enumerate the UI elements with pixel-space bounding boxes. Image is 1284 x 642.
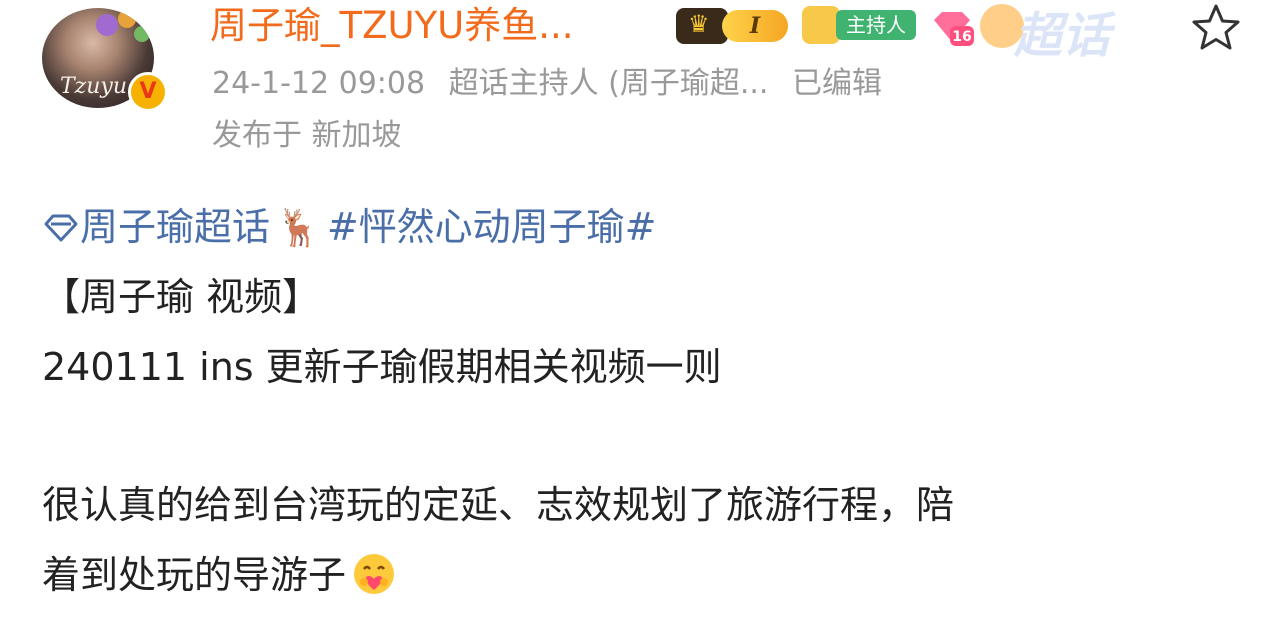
topic-line: 周子瑜超话 🦌 #怦然心动周子瑜# — [42, 202, 657, 254]
post-meta: 24-1-12 09:08 超话主持人 (周子瑜超... 已编辑 — [212, 62, 896, 106]
star-icon[interactable] — [1190, 2, 1242, 54]
hug-emoji-icon — [354, 554, 395, 594]
super-topic-link[interactable]: 周子瑜超话 — [80, 205, 270, 249]
crown-icon: ♛ — [688, 10, 710, 38]
host-mascot-icon — [802, 6, 840, 44]
edited-label[interactable]: 已编辑 — [792, 66, 882, 101]
username[interactable]: 周子瑜_TZUYU养鱼... — [210, 2, 574, 50]
fan-level-number: 16 — [952, 29, 971, 45]
avatar-signature: Tzuyu — [60, 74, 128, 99]
crown-badge-icon[interactable]: ♛ — [676, 8, 728, 44]
post-paragraph-line: 着到处玩的导游子 — [42, 550, 396, 600]
post-date-line: 240111 ins 更新子瑜假期相关视频一则 — [42, 345, 722, 389]
post-paragraph-text: 着到处玩的导游子 — [42, 553, 347, 597]
diamond-icon — [44, 214, 78, 242]
post-timestamp: 24-1-12 09:08 — [212, 66, 426, 101]
flower-decoration — [134, 26, 150, 42]
deer-emoji-icon: 🦌 — [276, 208, 321, 249]
verified-badge-icon: V — [128, 72, 168, 112]
host-badge[interactable]: 主持人 — [836, 10, 916, 40]
hashtag-link[interactable]: #怦然心动周子瑜# — [327, 205, 657, 249]
post-title-line: 【周子瑜 视频】 — [42, 275, 321, 319]
flower-decoration — [96, 14, 118, 36]
poster-role[interactable]: 超话主持人 (周子瑜超... — [449, 66, 769, 101]
flower-decoration — [118, 10, 136, 28]
chaohua-watermark: 超话 — [1014, 8, 1111, 64]
level-badge[interactable]: I — [722, 10, 788, 42]
fan-level-icon[interactable]: 16 — [930, 8, 974, 46]
post-location: 发布于 新加坡 — [212, 118, 402, 153]
post-paragraph-line: 很认真的给到台湾玩的定延、志效规划了旅游行程，陪 — [42, 483, 955, 527]
